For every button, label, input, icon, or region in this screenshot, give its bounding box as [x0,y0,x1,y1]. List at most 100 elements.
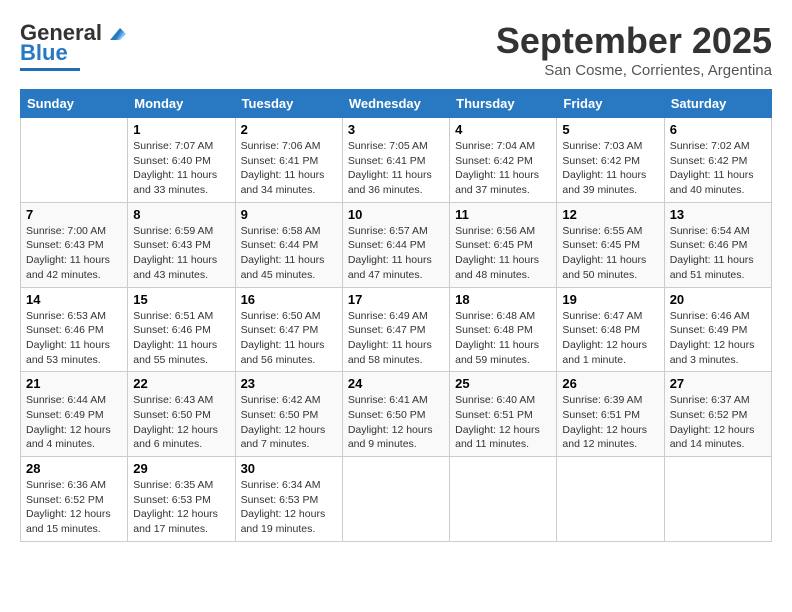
daylight-hours-text: Daylight: 11 hours [133,339,217,351]
calendar-week-4: 21Sunrise: 6:44 AMSunset: 6:49 PMDayligh… [21,372,772,457]
daylight-hours-text: Daylight: 11 hours [455,254,539,266]
daylight-hours-text: Daylight: 11 hours [241,169,325,181]
daylight-hours-text: Daylight: 12 hours [133,508,218,520]
sunset-text: Sunset: 6:42 PM [455,155,533,167]
daylight-minutes-text: and 9 minutes. [348,438,417,450]
daylight-minutes-text: and 33 minutes. [133,184,208,196]
cell-details: Sunrise: 6:35 AMSunset: 6:53 PMDaylight:… [133,478,229,537]
day-number: 13 [670,207,766,222]
daylight-minutes-text: and 4 minutes. [26,438,95,450]
day-number: 22 [133,376,229,391]
daylight-hours-text: Daylight: 11 hours [455,339,539,351]
cell-details: Sunrise: 7:02 AMSunset: 6:42 PMDaylight:… [670,139,766,198]
sunrise-text: Sunrise: 6:42 AM [241,394,321,406]
day-number: 15 [133,292,229,307]
sunset-text: Sunset: 6:45 PM [562,239,640,251]
sunset-text: Sunset: 6:47 PM [348,324,426,336]
sunset-text: Sunset: 6:41 PM [348,155,426,167]
daylight-hours-text: Daylight: 11 hours [133,254,217,266]
cell-details: Sunrise: 6:51 AMSunset: 6:46 PMDaylight:… [133,309,229,368]
cell-details: Sunrise: 6:40 AMSunset: 6:51 PMDaylight:… [455,393,551,452]
sunset-text: Sunset: 6:43 PM [133,239,211,251]
day-number: 17 [348,292,444,307]
calendar-cell: 20Sunrise: 6:46 AMSunset: 6:49 PMDayligh… [664,287,771,372]
daylight-hours-text: Daylight: 11 hours [348,254,432,266]
day-number: 25 [455,376,551,391]
daylight-hours-text: Daylight: 12 hours [26,424,111,436]
sunrise-text: Sunrise: 6:46 AM [670,310,750,322]
sunset-text: Sunset: 6:52 PM [670,409,748,421]
sunrise-text: Sunrise: 6:56 AM [455,225,535,237]
sunset-text: Sunset: 6:45 PM [455,239,533,251]
daylight-hours-text: Daylight: 12 hours [241,424,326,436]
sunset-text: Sunset: 6:48 PM [455,324,533,336]
daylight-minutes-text: and 36 minutes. [348,184,423,196]
sunrise-text: Sunrise: 6:59 AM [133,225,213,237]
sunset-text: Sunset: 6:48 PM [562,324,640,336]
calendar-cell: 19Sunrise: 6:47 AMSunset: 6:48 PMDayligh… [557,287,664,372]
daylight-minutes-text: and 51 minutes. [670,269,745,281]
sunrise-text: Sunrise: 6:39 AM [562,394,642,406]
daylight-hours-text: Daylight: 11 hours [670,169,754,181]
day-number: 10 [348,207,444,222]
header-day-thursday: Thursday [450,90,557,118]
sunrise-text: Sunrise: 7:04 AM [455,140,535,152]
daylight-minutes-text: and 47 minutes. [348,269,423,281]
cell-details: Sunrise: 7:04 AMSunset: 6:42 PMDaylight:… [455,139,551,198]
daylight-minutes-text: and 43 minutes. [133,269,208,281]
calendar-cell: 23Sunrise: 6:42 AMSunset: 6:50 PMDayligh… [235,372,342,457]
sunrise-text: Sunrise: 6:36 AM [26,479,106,491]
calendar-cell: 11Sunrise: 6:56 AMSunset: 6:45 PMDayligh… [450,202,557,287]
daylight-minutes-text: and 45 minutes. [241,269,316,281]
calendar-cell [450,457,557,542]
daylight-hours-text: Daylight: 11 hours [241,254,325,266]
daylight-hours-text: Daylight: 11 hours [670,254,754,266]
calendar-cell: 29 Sunrise: 6:35 AMSunset: 6:53 PMDayligh… [128,457,235,542]
sunrise-text: Sunrise: 7:00 AM [26,225,106,237]
cell-details: Sunrise: 6:42 AMSunset: 6:50 PMDaylight:… [241,393,337,452]
cell-details: Sunrise: 6:54 AMSunset: 6:46 PMDaylight:… [670,224,766,283]
daylight-hours-text: Daylight: 12 hours [670,424,755,436]
header-day-sunday: Sunday [21,90,128,118]
daylight-hours-text: Daylight: 12 hours [348,424,433,436]
sunrise-text: Sunrise: 7:02 AM [670,140,750,152]
sunset-text: Sunset: 6:47 PM [241,324,319,336]
daylight-minutes-text: and 53 minutes. [26,354,101,366]
calendar-cell: 1Sunrise: 7:07 AMSunset: 6:40 PMDaylight… [128,118,235,203]
calendar-cell: 7Sunrise: 7:00 AMSunset: 6:43 PMDaylight… [21,202,128,287]
sunrise-text: Sunrise: 6:40 AM [455,394,535,406]
sunrise-text: Sunrise: 6:54 AM [670,225,750,237]
calendar-cell: 16Sunrise: 6:50 AMSunset: 6:47 PMDayligh… [235,287,342,372]
sunset-text: Sunset: 6:49 PM [670,324,748,336]
daylight-minutes-text: and 59 minutes. [455,354,530,366]
sunrise-text: Sunrise: 6:43 AM [133,394,213,406]
day-number: 12 [562,207,658,222]
daylight-hours-text: Daylight: 12 hours [670,339,755,351]
cell-details: Sunrise: 7:03 AMSunset: 6:42 PMDaylight:… [562,139,658,198]
calendar-table: SundayMondayTuesdayWednesdayThursdayFrid… [20,89,772,542]
day-number: 29 [133,461,229,476]
sunset-text: Sunset: 6:46 PM [26,324,104,336]
sunset-text: Sunset: 6:49 PM [26,409,104,421]
sunrise-text: Sunrise: 6:44 AM [26,394,106,406]
cell-details: Sunrise: 6:44 AM Sunset: 6:49 PM Daylight:… [26,393,122,452]
cell-details: Sunrise: 7:05 AMSunset: 6:41 PMDaylight:… [348,139,444,198]
cell-details: Sunrise: 6:55 AMSunset: 6:45 PMDaylight:… [562,224,658,283]
calendar-cell: 9Sunrise: 6:58 AMSunset: 6:44 PMDaylight… [235,202,342,287]
cell-details: Sunrise: 6:48 AM Sunset: 6:48 PM Daylight:… [455,309,551,368]
day-number: 9 [241,207,337,222]
logo-icon [104,22,126,44]
sunrise-text: Sunrise: 6:48 AM [455,310,535,322]
day-number: 18 [455,292,551,307]
daylight-hours-text: Daylight: 11 hours [348,169,432,181]
daylight-hours-text: Daylight: 12 hours [455,424,540,436]
daylight-hours-text: Daylight: 12 hours [241,508,326,520]
cell-details: Sunrise: 6:50 AMSunset: 6:47 PMDaylight:… [241,309,337,368]
day-number: 24 [348,376,444,391]
subtitle: San Cosme, Corrientes, Argentina [496,62,772,79]
cell-details: Sunrise: 6:36 AMSunset: 6:52 PMDaylight:… [26,478,122,537]
day-number: 8 [133,207,229,222]
daylight-minutes-text: and 19 minutes. [241,523,316,535]
day-number: 14 [26,292,122,307]
calendar-cell [21,118,128,203]
